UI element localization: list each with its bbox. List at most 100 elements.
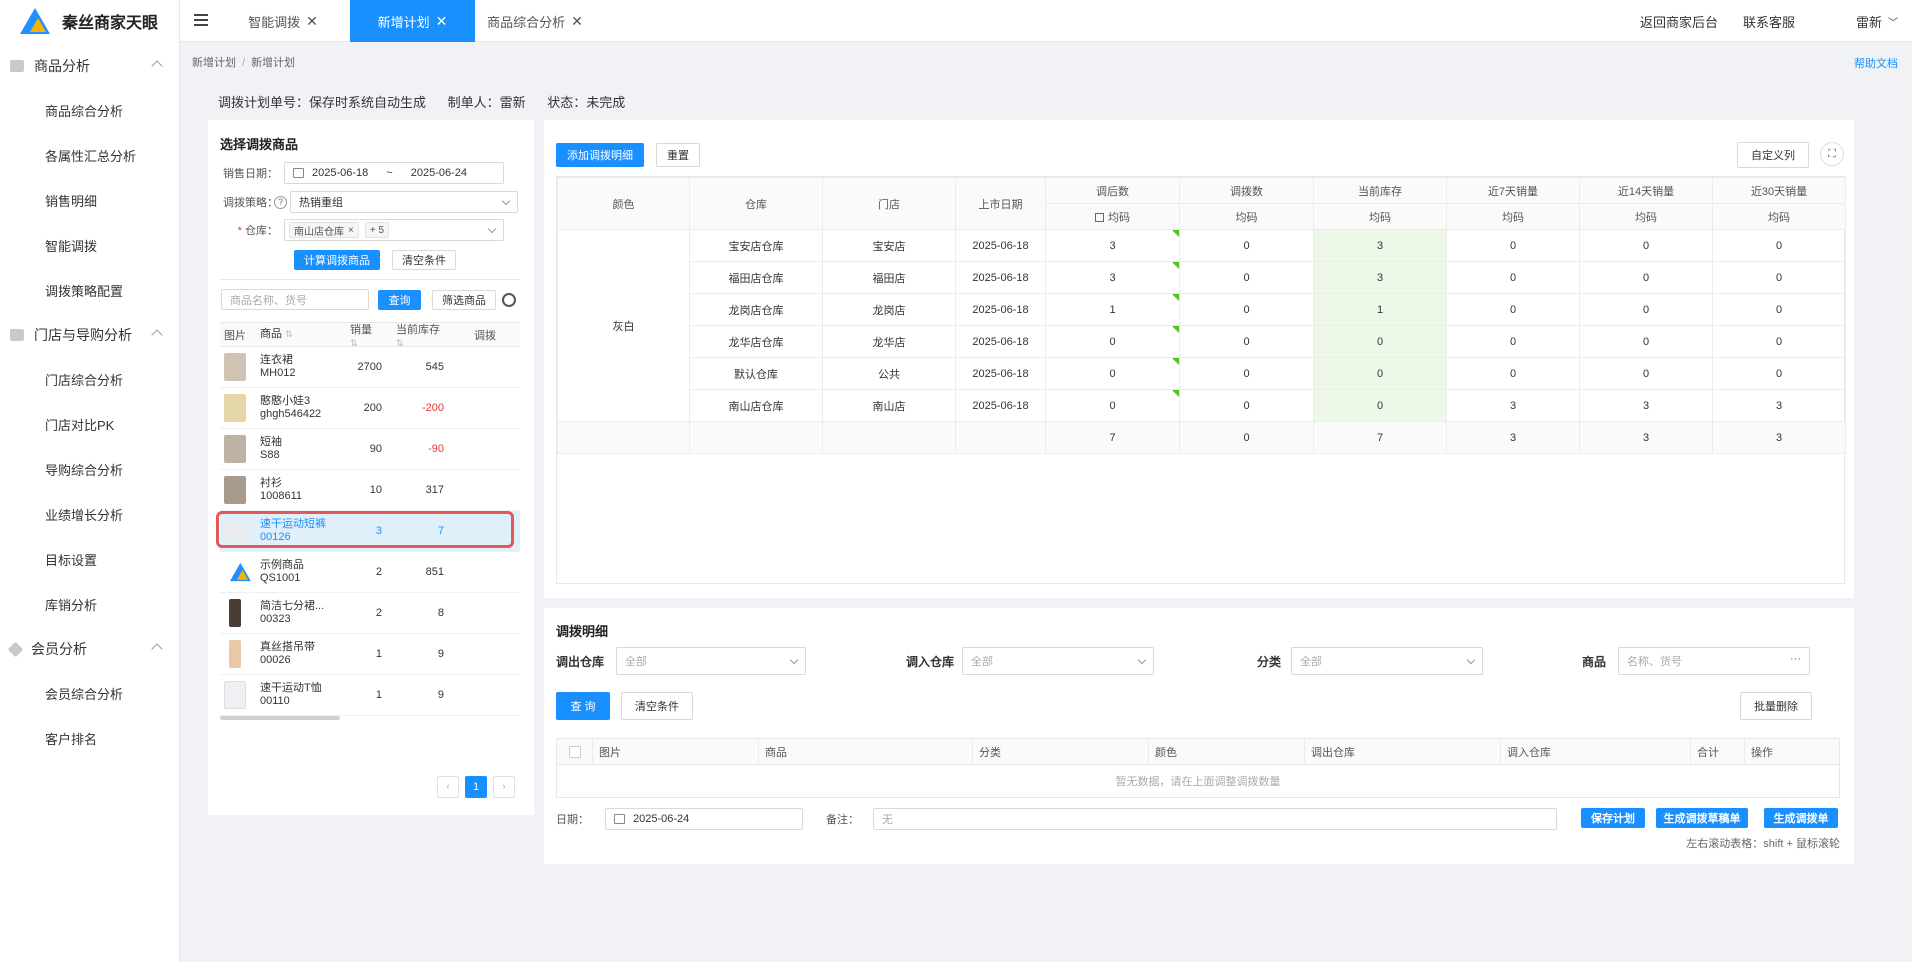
edit-icon[interactable] [1095, 212, 1104, 222]
menu-group-product[interactable]: 商品分析 [0, 44, 179, 88]
transfer-detail-title: 调拨明细 [556, 624, 609, 639]
close-icon[interactable]: ✕ [306, 13, 318, 30]
table-row[interactable]: 速干运动T恤 00110 1 9 [220, 675, 520, 716]
add-transfer-detail-button[interactable]: 添加调拨明细 [556, 143, 644, 167]
sales14-cell: 0 [1579, 229, 1713, 262]
prev-page-button[interactable]: ‹ [437, 776, 459, 798]
table-row[interactable]: 憨憨小娃3 ghgh546422 200 -200 [220, 388, 520, 429]
menu-item-growth[interactable]: 业绩增长分析 [0, 492, 179, 537]
product-filter-input[interactable]: 名称、货号 ··· [1618, 647, 1811, 675]
menu-group-store[interactable]: 门店与导购分析 [0, 313, 179, 357]
reset-button[interactable]: 重置 [656, 143, 700, 167]
col-stock[interactable]: 当前库存 ⇅ [390, 321, 450, 349]
after-count-cell[interactable]: 0 [1045, 389, 1180, 422]
contact-service-link[interactable]: 联系客服 [1743, 0, 1795, 42]
transfer-count-cell: 0 [1179, 229, 1314, 262]
product-name: 衬衫 [260, 477, 282, 489]
fullscreen-icon[interactable]: ⛶ [1820, 142, 1844, 166]
app-logo[interactable]: 秦丝商家天眼 [0, 0, 179, 42]
after-count-cell[interactable]: 1 [1045, 293, 1180, 326]
tab-product-overview[interactable]: 商品综合分析 ✕ [476, 0, 594, 42]
help-doc-link[interactable]: 帮助文档 [1854, 55, 1898, 71]
tab-smart-transfer[interactable]: 智能调拨 ✕ [224, 0, 342, 42]
date-separator: ~ [386, 167, 393, 179]
menu-item-sales-detail[interactable]: 销售明细 [0, 178, 179, 223]
batch-delete-button[interactable]: 批量删除 [1740, 692, 1812, 720]
product-search-input[interactable]: 商品名称、货号 [221, 289, 369, 310]
menu-item-store-pk[interactable]: 门店对比PK [0, 402, 179, 447]
strategy-select[interactable]: 热销重组 [290, 191, 518, 213]
category-select[interactable]: 全部 [1291, 647, 1484, 675]
menu-item-customer-rank[interactable]: 客户排名 [0, 716, 179, 761]
menu-item-transfer-strategy[interactable]: 调拨策略配置 [0, 268, 179, 313]
menu-item-product-overview[interactable]: 商品综合分析 [0, 88, 179, 133]
menu-item-guide-overview[interactable]: 导购综合分析 [0, 447, 179, 492]
save-plan-button[interactable]: 保存计划 [1581, 808, 1645, 828]
size-header: 均码 [1712, 203, 1846, 230]
after-count-cell[interactable]: 0 [1045, 325, 1180, 358]
after-count-cell[interactable]: 3 [1045, 261, 1180, 294]
after-count-cell[interactable]: 3 [1045, 229, 1180, 262]
table-row[interactable]: 连衣裙 MH012 2700 545 [220, 347, 520, 388]
total-sales14: 3 [1579, 421, 1713, 454]
tab-new-plan[interactable]: 新增计划 ✕ [350, 0, 475, 42]
detail-clear-button[interactable]: 清空条件 [621, 692, 693, 720]
detail-query-button[interactable]: 查 询 [556, 692, 610, 720]
transfer-count-cell: 0 [1179, 261, 1314, 294]
menu-item-attr-summary[interactable]: 各属性汇总分析 [0, 133, 179, 178]
menu-item-smart-transfer[interactable]: 智能调拨 [0, 223, 179, 268]
product-sales: 200 [363, 402, 382, 414]
product-sales: 2 [375, 607, 382, 619]
date-input[interactable]: 2025-06-24 [605, 808, 803, 830]
clear-conditions-button[interactable]: 清空条件 [392, 250, 456, 270]
col-product[interactable]: 商品 ⇅ [256, 328, 342, 341]
close-icon[interactable]: ✕ [571, 13, 583, 30]
horizontal-scrollbar[interactable] [220, 716, 520, 720]
close-icon[interactable]: ✕ [436, 13, 448, 30]
remark-input[interactable]: 无 [873, 808, 1557, 830]
table-row[interactable]: 短袖 S88 90 -90 [220, 429, 520, 470]
create-draft-button[interactable]: 生成调拨草稿单 [1656, 808, 1748, 828]
date-end: 2025-06-24 [410, 167, 467, 179]
breadcrumb-parent[interactable]: 新增计划 [192, 57, 236, 69]
sales-date-range[interactable]: 2025-06-18 ~ 2025-06-24 [284, 162, 504, 184]
help-icon[interactable]: ? [274, 195, 287, 209]
after-count-cell[interactable]: 0 [1045, 357, 1180, 390]
next-page-button[interactable]: › [493, 776, 515, 798]
in-warehouse-select[interactable]: 全部 [962, 647, 1155, 675]
table-row[interactable]: 示例商品 QS1001 2 851 [220, 552, 520, 593]
query-button[interactable]: 查询 [378, 290, 421, 310]
out-warehouse-select[interactable]: 全部 [616, 647, 807, 675]
sales7-cell: 0 [1446, 229, 1580, 262]
size-header: 均码 [1179, 203, 1314, 230]
gear-icon[interactable] [502, 293, 516, 307]
menu-item-target[interactable]: 目标设置 [0, 537, 179, 582]
custom-columns-button[interactable]: 自定义列 [1737, 142, 1809, 168]
close-icon[interactable]: × [348, 225, 354, 236]
product-filter-label: 商品 [1582, 654, 1607, 669]
warehouse-select[interactable]: 南山店仓库 × + 5 [284, 219, 504, 241]
chevron-down-icon [487, 224, 497, 234]
create-transfer-button[interactable]: 生成调拨单 [1764, 808, 1838, 828]
more-icon[interactable]: ··· [1790, 653, 1801, 665]
select-all-checkbox[interactable] [568, 745, 581, 758]
sales7-cell: 0 [1446, 357, 1580, 390]
user-menu[interactable]: 雷新 ﹀ [1856, 0, 1898, 42]
menu-item-stock-sales[interactable]: 库销分析 [0, 582, 179, 627]
menu-group-member[interactable]: 会员分析 [0, 627, 179, 671]
color-cell: 灰白 [557, 229, 690, 422]
page-number-button[interactable]: 1 [465, 776, 487, 798]
col-sales-14d: 近14天销量 [1579, 177, 1713, 204]
filter-products-button[interactable]: 筛选商品 [432, 290, 496, 310]
table-row[interactable]: 真丝搭吊带 00026 1 9 [220, 634, 520, 675]
scroll-hint: 左右滚动表格：shift + 鼠标滚轮 [1686, 838, 1840, 850]
menu-item-member-overview[interactable]: 会员综合分析 [0, 671, 179, 716]
menu-collapse-icon[interactable] [194, 14, 208, 26]
back-to-admin-link[interactable]: 返回商家后台 [1640, 0, 1718, 42]
table-row[interactable]: 衬衫 1008611 10 317 [220, 470, 520, 511]
col-sales[interactable]: 销量 ⇅ [342, 321, 390, 349]
table-row[interactable]: 简洁七分裙... 00323 2 8 [220, 593, 520, 634]
menu-item-store-overview[interactable]: 门店综合分析 [0, 357, 179, 402]
calculate-products-button[interactable]: 计算调拨商品 [294, 250, 380, 270]
store-cell: 福田店 [822, 261, 956, 294]
